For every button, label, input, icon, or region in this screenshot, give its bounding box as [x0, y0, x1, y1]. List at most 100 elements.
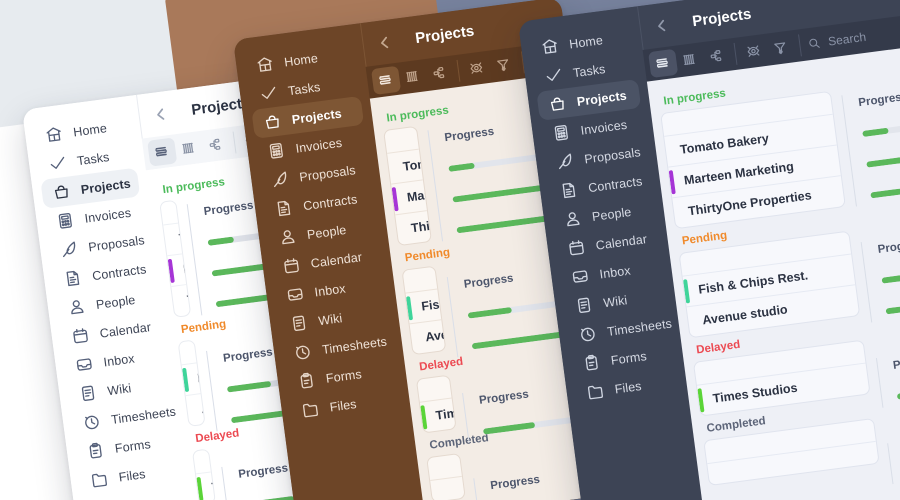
clock-icon — [85, 415, 99, 430]
table-row[interactable]: Tomato Bakery — [387, 148, 432, 184]
kanban-view-button[interactable] — [398, 62, 428, 91]
tree-view-button[interactable] — [702, 42, 732, 71]
row-spacer — [179, 341, 197, 365]
filter-icon — [496, 58, 508, 71]
home-icon — [542, 39, 557, 54]
sidebar-item-label: Tasks — [76, 149, 111, 168]
sidebar-item-label: Projects — [290, 106, 343, 127]
screenshot-stage: Home Tasks Projects Invoices Proposals Contra… — [0, 0, 900, 500]
table-row[interactable]: Times Studios — [195, 469, 216, 500]
row-accent-bar — [420, 405, 427, 430]
sidebar-item-label: People — [95, 292, 137, 312]
list-view-button[interactable] — [147, 137, 178, 167]
project-name: ThirtyOne Properties — [186, 277, 192, 308]
sidebar-item-label: Forms — [325, 366, 363, 386]
kanban-view-button[interactable] — [675, 45, 705, 74]
filter-button[interactable] — [488, 50, 518, 79]
row-accent-bar — [167, 258, 175, 284]
progress-bar — [870, 176, 900, 198]
eye-button[interactable] — [739, 37, 769, 66]
tree-view-icon — [710, 49, 722, 61]
tree-view-button[interactable] — [201, 130, 231, 159]
progress-header-label: Progress — [478, 387, 530, 407]
group-label: Delayed — [418, 355, 464, 374]
sidebar-item-label: Files — [117, 466, 147, 484]
list-view-button[interactable] — [370, 65, 402, 96]
quill-icon — [558, 153, 572, 170]
sidebar-item-label: Tasks — [572, 61, 607, 80]
person-icon — [567, 212, 580, 227]
table-row[interactable]: Fish & Chips Rest. — [181, 357, 206, 396]
group-rows: Fish & Chips Rest. Avenue studio — [401, 265, 447, 356]
back-button[interactable] — [361, 18, 408, 67]
project-name: Times Studios — [210, 469, 216, 495]
sidebar-item-label: Calendar — [594, 231, 648, 253]
kanban-view-icon — [182, 142, 194, 154]
group-rows — [426, 452, 466, 500]
row-accent-bar — [668, 170, 676, 195]
sidebar-item-label: Contracts — [91, 261, 148, 283]
search-placeholder: Search — [827, 29, 867, 49]
table-row[interactable]: Avenue studio — [185, 391, 206, 426]
filter-icon — [774, 41, 786, 54]
sidebar-item-label: Invoices — [83, 205, 132, 226]
sidebar-item-label: Proposals — [583, 144, 642, 166]
back-button[interactable] — [638, 1, 685, 50]
sidebar-item-label: Home — [283, 50, 319, 69]
progress-bar — [881, 261, 900, 284]
sidebar-item-label: Home — [568, 32, 604, 51]
app-window-blue[interactable]: Home Tasks Projects Invoices Proposals Contra… — [518, 0, 900, 500]
sidebar-item-label: Inbox — [102, 351, 136, 369]
progress-header-label: Progress — [203, 199, 255, 218]
sidebar-item-label: Calendar — [98, 319, 152, 341]
progress-header-label: Progress — [443, 125, 495, 144]
calendar-icon — [73, 328, 88, 344]
folder-icon — [91, 473, 107, 488]
calendar-icon — [569, 240, 584, 256]
progress-bar — [885, 292, 900, 314]
group-rows: Tomato BakeryMarteen MarketingThirtyOne … — [383, 125, 433, 247]
table-row[interactable]: ThirtyOne Properties — [395, 205, 432, 246]
row-spacer — [160, 201, 178, 225]
kanban-view-button[interactable] — [174, 134, 204, 163]
row-accent-bar — [391, 187, 399, 212]
contract-icon — [562, 182, 576, 199]
progress-header-label: Progress — [222, 345, 274, 365]
table-row[interactable]: Avenue studio — [409, 319, 446, 355]
filter-button[interactable] — [766, 33, 796, 62]
eye-icon — [469, 61, 482, 74]
table-row[interactable]: Marteen Marketing — [391, 176, 432, 215]
project-name: Times Studios — [434, 398, 457, 423]
progress-header-label: Progress — [892, 353, 900, 372]
group-rows: Fish & Chips Rest. Avenue studio — [177, 339, 206, 427]
sidebar-item-label: Tasks — [287, 79, 322, 98]
sidebar-item-label: Proposals — [87, 232, 146, 254]
search-icon — [809, 38, 820, 48]
list-view-icon — [656, 57, 668, 68]
table-row[interactable]: Fish & Chips Rest. — [405, 285, 446, 324]
tree-view-button[interactable] — [425, 59, 455, 88]
eye-button[interactable] — [462, 54, 492, 83]
document-icon — [81, 385, 95, 401]
sidebar-item-label: People — [306, 222, 348, 242]
sidebar-item-label: Wiki — [317, 310, 344, 328]
calculator-icon — [554, 124, 568, 141]
table-row[interactable]: Times Studios — [419, 397, 457, 433]
table-row[interactable]: Tomato Bakery — [163, 220, 191, 256]
project-name: Tomato Bakery — [402, 148, 433, 174]
list-view-button[interactable] — [648, 48, 679, 79]
home-icon — [46, 127, 61, 142]
sidebar-item-label: Invoices — [579, 117, 628, 138]
sidebar-item-label: Files — [613, 378, 643, 396]
check-icon — [261, 86, 276, 99]
table-row[interactable]: Marteen Marketing — [167, 248, 191, 287]
row-accent-bar — [196, 476, 204, 500]
project-name: Avenue studio — [701, 302, 789, 328]
back-button[interactable] — [137, 89, 184, 138]
project-name: Marteen Marketing — [182, 248, 192, 277]
clipboard-icon — [89, 442, 102, 459]
table-row[interactable]: ThirtyOne Properties — [171, 277, 191, 317]
progress-header: Progress — [860, 217, 900, 267]
inbox-icon — [76, 358, 92, 371]
progress-header: Progress — [886, 418, 900, 468]
